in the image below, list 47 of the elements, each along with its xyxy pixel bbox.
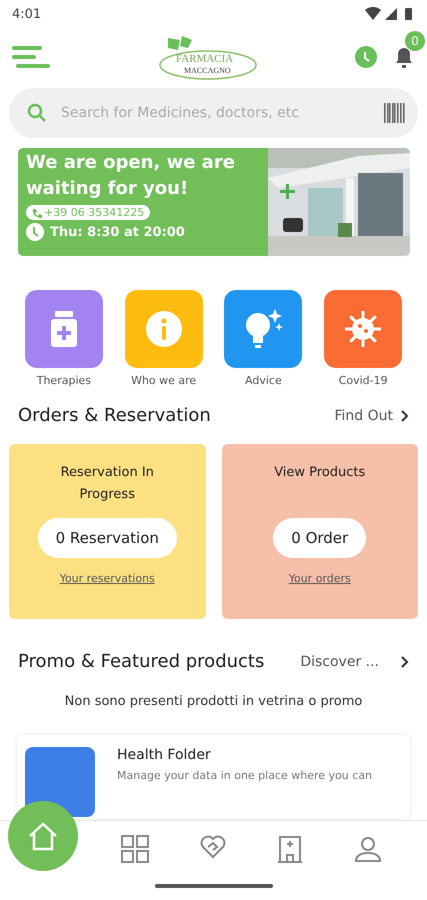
status-time: 4:01 xyxy=(12,6,42,22)
category-label: Therapies xyxy=(36,374,91,387)
info-icon xyxy=(144,310,183,348)
chevron-right-icon xyxy=(401,656,409,668)
notification-badge: 0 xyxy=(405,31,425,51)
virus-icon xyxy=(343,309,384,349)
category-tile[interactable] xyxy=(24,290,103,368)
card-title: Reservation In Progress xyxy=(60,464,155,504)
status-icons xyxy=(365,7,415,21)
search-bar[interactable]: Search for Medicines, doctors, etc xyxy=(9,88,418,138)
find-out-link[interactable]: Find Out xyxy=(334,408,409,424)
category-label: Advice xyxy=(245,374,282,387)
order-card[interactable]: Reservation In Progress 0 Reservation Your reservations xyxy=(9,444,206,619)
opening-hours: Thu: 8:30 at 20:00 xyxy=(50,224,185,240)
search-icon xyxy=(27,103,47,123)
barcode-icon[interactable] xyxy=(384,103,406,123)
card-description: Manage your data in one place where you can xyxy=(117,769,372,782)
card-title: Health Folder xyxy=(117,747,212,763)
clock-icon[interactable] xyxy=(355,46,377,68)
count-pill: 0 Order xyxy=(273,518,366,558)
grid-icon xyxy=(120,835,148,863)
pharmacy-building-icon xyxy=(276,835,302,863)
category-tile[interactable] xyxy=(124,290,203,368)
card-title: View Products xyxy=(273,464,366,482)
profile-icon xyxy=(354,835,382,863)
discover-link[interactable]: Discover ... xyxy=(300,654,409,670)
menu-icon[interactable] xyxy=(12,45,50,69)
category-label: Who we are xyxy=(131,374,196,387)
clock-icon xyxy=(26,223,44,241)
order-card[interactable]: View Products 0 Order Your orders xyxy=(222,444,418,619)
home-icon xyxy=(27,821,59,851)
category-tile[interactable] xyxy=(324,290,402,368)
phone-icon xyxy=(32,208,42,218)
category-label: Covid-19 xyxy=(338,374,388,387)
banner-title: We are open, we are waiting for you! xyxy=(26,151,236,201)
section-title: Promo & Featured products xyxy=(18,651,264,672)
count-pill: 0 Reservation xyxy=(38,518,177,558)
notification-bell-icon[interactable] xyxy=(393,45,415,69)
card-link[interactable]: Your reservations xyxy=(60,572,155,585)
section-title: Orders & Reservation xyxy=(18,405,211,426)
search-field[interactable]: Search for Medicines, doctors, etc xyxy=(59,104,372,122)
medicine-jar-icon xyxy=(48,311,79,347)
category-tile[interactable] xyxy=(224,290,302,368)
card-link[interactable]: Your orders xyxy=(288,572,351,585)
empty-message: Non sono presenti prodotti in vetrina o promo xyxy=(64,694,364,709)
heart-icon xyxy=(200,835,226,859)
chevron-right-icon xyxy=(401,410,409,422)
